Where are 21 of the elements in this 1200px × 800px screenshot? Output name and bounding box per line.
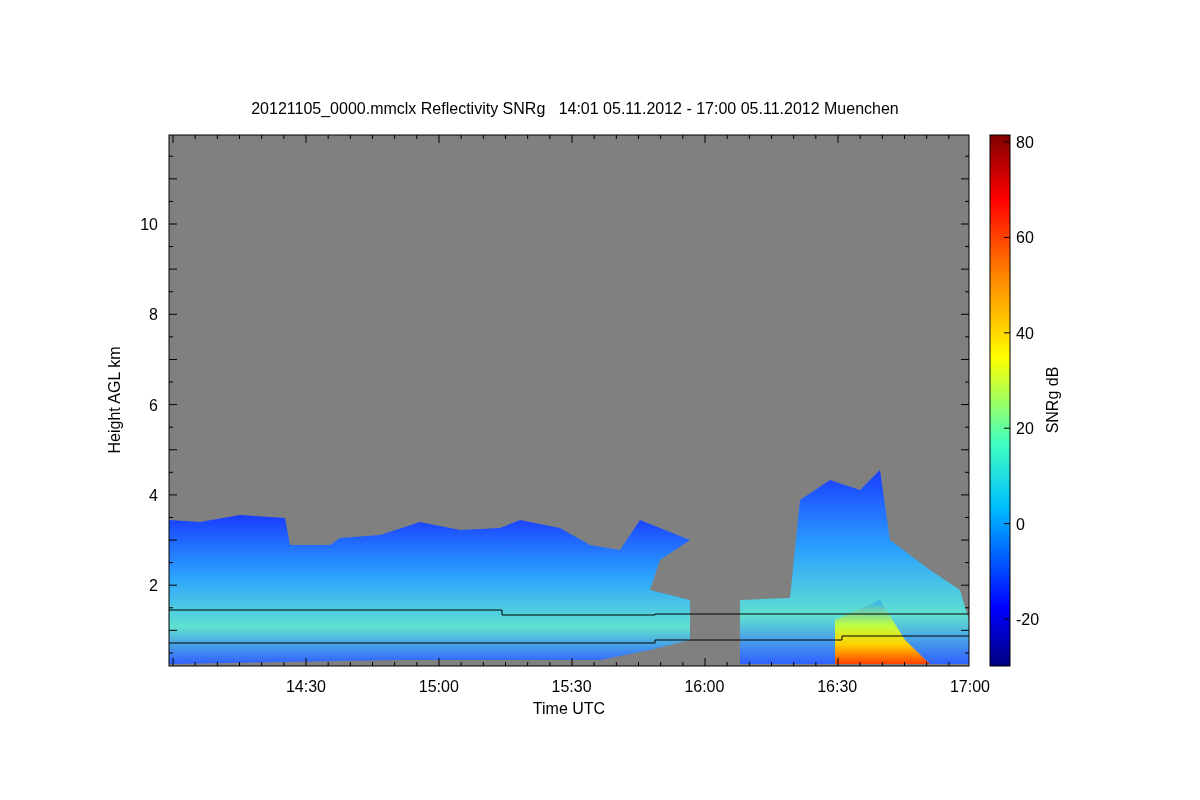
y-tick-label: 4 [149,486,158,504]
x-tick-label: 14:30 [286,678,326,695]
colorbar-tick-label: 80 [1016,134,1034,151]
colorbar-tick-label: 0 [1016,515,1025,533]
x-tick-label: 15:00 [418,678,459,695]
x-tick-label: 17:00 [950,678,990,695]
colorbar-tick-label: -20 [1016,611,1040,628]
y-tick-label: 8 [149,306,158,324]
x-tick-label: 16:00 [684,678,725,695]
y-tick-label: 2 [149,577,158,595]
x-axis-label: Time UTC [532,700,606,717]
x-tick-label: 15:30 [551,678,592,695]
colorbar-tick-label: 40 [1016,324,1034,342]
x-tick-label: 16:30 [817,678,858,695]
y-tick-label: 6 [149,396,158,414]
colorbar-tick-label: 60 [1016,229,1034,247]
plot-title: 20121105_0000.mmclx Reflectivity SNRg 14:01 05.11.2012 - 17:00 05.11.2012 Muenchen [251,100,899,117]
colorbar-tick-label: 20 [1016,420,1034,438]
colorbar-label: SNRg dB [1044,366,1061,434]
y-axis-label: Height AGL km [106,346,123,454]
y-tick-label: 10 [140,216,158,233]
